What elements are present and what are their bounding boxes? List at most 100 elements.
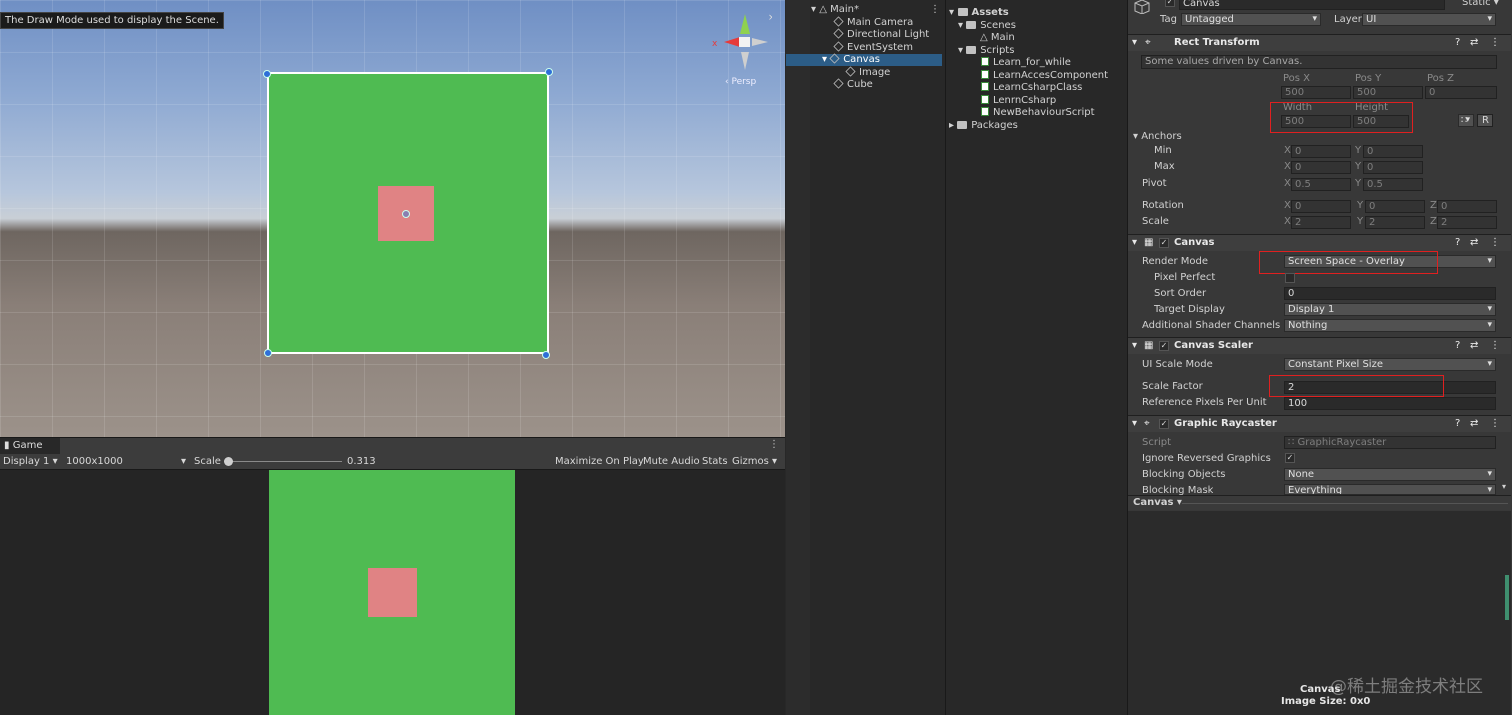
scroll-down-icon[interactable]: ▾	[1502, 482, 1506, 491]
component-menu-icon[interactable]: ⋮	[1490, 35, 1500, 51]
pos-y-field: 500	[1353, 86, 1423, 99]
mute-audio-button[interactable]: Mute Audio	[643, 455, 700, 469]
anchor-max-x-field[interactable]: 0	[1291, 161, 1351, 174]
display-dropdown[interactable]: Display 1 ▾	[3, 455, 58, 469]
preview-dropdown[interactable]: Canvas ▾	[1133, 497, 1182, 508]
folder-scenes[interactable]: ▾ Scenes	[958, 20, 1016, 32]
component-enabled-checkbox[interactable]: ✓	[1159, 341, 1169, 351]
active-checkbox[interactable]: ✓	[1165, 0, 1175, 7]
stats-button[interactable]: Stats	[702, 455, 728, 469]
hierarchy-item-cube[interactable]: Cube	[833, 78, 873, 91]
resolution-dropdown[interactable]: 1000x1000 ▾	[66, 455, 188, 469]
preset-icon[interactable]: ⇄	[1470, 235, 1478, 251]
more-options-icon[interactable]: ⋮	[769, 439, 779, 450]
gizmos-button[interactable]: Gizmos ▾	[732, 455, 777, 469]
more-options-icon[interactable]: ⋮	[930, 4, 940, 16]
folder-scripts[interactable]: ▾ Scripts	[958, 45, 1014, 57]
preset-icon[interactable]: ⇄	[1470, 416, 1478, 432]
foldout-arrow-icon[interactable]: ▾	[1132, 235, 1137, 251]
canvas-component-header[interactable]: ▾ ▦ ✓ Canvas ? ⇄ ⋮	[1128, 234, 1511, 251]
canvas-scaler-header[interactable]: ▾ ▦ ✓ Canvas Scaler ? ⇄ ⋮	[1128, 337, 1511, 354]
folder-icon	[966, 21, 977, 29]
hierarchy-scene-main[interactable]: ▾ △ Main*	[811, 4, 859, 16]
ignore-reversed-checkbox[interactable]: ✓	[1285, 453, 1295, 463]
persp-label[interactable]: ‹ Persp	[725, 77, 756, 87]
component-enabled-checkbox[interactable]: ✓	[1159, 238, 1169, 248]
scale-slider-thumb[interactable]	[224, 457, 233, 466]
raw-edit-button[interactable]: R	[1477, 114, 1493, 127]
blocking-objects-dropdown[interactable]: None	[1284, 468, 1496, 481]
folder-assets[interactable]: ▾ Assets	[949, 7, 1009, 19]
component-menu-icon[interactable]: ⋮	[1490, 416, 1500, 432]
pixel-perfect-checkbox[interactable]	[1285, 273, 1295, 283]
target-display-dropdown[interactable]: Display 1	[1284, 303, 1496, 316]
foldout-arrow-icon[interactable]: ▾	[1132, 35, 1137, 51]
layer-dropdown[interactable]: UI	[1362, 13, 1496, 26]
rotation-x-field[interactable]: 0	[1291, 200, 1351, 213]
orientation-gizmo-icon[interactable]: x ×	[712, 12, 772, 72]
rotation-z-field[interactable]: 0	[1437, 200, 1497, 213]
static-toggle[interactable]: Static ▾	[1462, 0, 1499, 8]
scale-x-field[interactable]: 2	[1291, 216, 1351, 229]
preview-header[interactable]: Canvas ▾	[1128, 495, 1511, 510]
hierarchy-item-directional-light[interactable]: Directional Light	[833, 28, 929, 41]
gameobject-icon	[829, 53, 840, 64]
preview-drag-bar[interactable]	[1182, 503, 1508, 504]
anchor-max-y-field[interactable]: 0	[1363, 161, 1423, 174]
pivot-handle[interactable]	[402, 210, 410, 218]
foldout-arrow-icon[interactable]: ▾	[1132, 416, 1137, 432]
rect-handle-top-right[interactable]	[545, 68, 553, 76]
help-icon[interactable]: ?	[1455, 338, 1460, 354]
rect-handle-bottom-right[interactable]	[542, 351, 550, 359]
preview-scroll-indicator[interactable]	[1505, 575, 1509, 620]
tag-dropdown[interactable]: Untagged	[1181, 13, 1321, 26]
asset-label: Main	[990, 32, 1015, 43]
component-menu-icon[interactable]: ⋮	[1490, 235, 1500, 251]
hierarchy-item-canvas[interactable]: ▾ Canvas	[822, 53, 880, 66]
sort-order-field[interactable]: 0	[1284, 287, 1496, 300]
anchor-min-y-field[interactable]: 0	[1363, 145, 1423, 158]
script-icon	[981, 107, 989, 116]
script-item[interactable]: Learn_for_while	[981, 57, 1071, 69]
component-enabled-checkbox[interactable]: ✓	[1159, 419, 1169, 429]
blueprint-mode-button[interactable]: ∷	[1458, 114, 1474, 127]
scale-z-field[interactable]: 2	[1437, 216, 1497, 229]
asset-scene-main[interactable]: △ Main	[980, 32, 1015, 44]
rect-handle-bottom-left[interactable]	[264, 349, 272, 357]
preset-icon[interactable]: ⇄	[1470, 35, 1478, 51]
script-item[interactable]: LearnAccesComponent	[981, 70, 1108, 82]
hierarchy-item-image[interactable]: Image	[845, 66, 890, 79]
scale-slider-track[interactable]	[224, 461, 342, 462]
object-name-field[interactable]: Canvas	[1179, 0, 1445, 10]
preset-icon[interactable]: ⇄	[1470, 338, 1478, 354]
foldout-arrow-icon[interactable]: ▾	[1132, 338, 1137, 354]
blocking-mask-dropdown[interactable]: Everything	[1284, 484, 1496, 495]
help-icon[interactable]: ?	[1455, 235, 1460, 251]
shader-channels-dropdown[interactable]: Nothing	[1284, 319, 1496, 332]
help-icon[interactable]: ?	[1455, 416, 1460, 432]
maximize-on-play-button[interactable]: Maximize On Play	[555, 455, 644, 469]
script-item[interactable]: LenrnCsharp	[981, 95, 1056, 107]
scale-y-field[interactable]: 2	[1365, 216, 1425, 229]
ui-scale-mode-dropdown[interactable]: Constant Pixel Size	[1284, 358, 1496, 371]
script-label: NewBehaviourScript	[993, 107, 1095, 118]
rotation-y-field[interactable]: 0	[1365, 200, 1425, 213]
folder-packages[interactable]: ▸ Packages	[949, 120, 1018, 132]
hierarchy-item-main-camera[interactable]: Main Camera	[833, 16, 913, 29]
component-menu-icon[interactable]: ⋮	[1490, 338, 1500, 354]
script-item[interactable]: LearnCsharpClass	[981, 82, 1082, 94]
pivot-y-field[interactable]: 0.5	[1363, 178, 1423, 191]
graphic-raycaster-header[interactable]: ▾ ⌖ ✓ Graphic Raycaster ? ⇄ ⋮	[1128, 415, 1511, 432]
rect-handle-top-left[interactable]	[263, 70, 271, 78]
rect-transform-header[interactable]: ▾ ⌖ Rect Transform ? ⇄ ⋮	[1128, 34, 1511, 51]
hierarchy-item-eventsystem[interactable]: EventSystem	[833, 41, 913, 54]
script-label: Script	[1142, 437, 1172, 448]
tab-game[interactable]: ▮ Game	[0, 438, 60, 455]
pos-z-field[interactable]: 0	[1425, 86, 1497, 99]
reference-ppu-field[interactable]: 100	[1284, 397, 1496, 410]
pivot-x-field[interactable]: 0.5	[1291, 178, 1351, 191]
script-item[interactable]: NewBehaviourScript	[981, 107, 1095, 119]
anchors-foldout[interactable]: ▾ Anchors	[1133, 131, 1182, 142]
help-icon[interactable]: ?	[1455, 35, 1460, 51]
anchor-min-x-field[interactable]: 0	[1291, 145, 1351, 158]
